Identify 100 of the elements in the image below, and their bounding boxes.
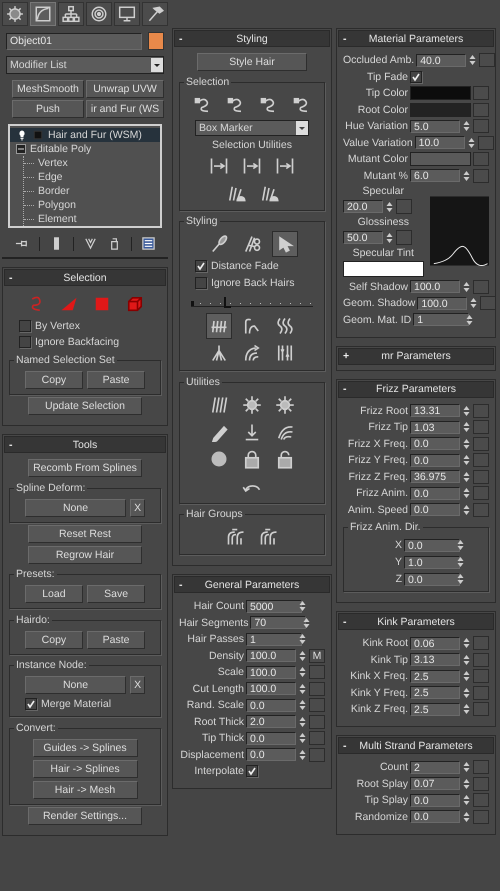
number-field[interactable]: 40.0 (416, 54, 466, 66)
rollout-header[interactable]: - Frizz Parameters (338, 380, 494, 398)
window-list-icon[interactable] (140, 236, 156, 251)
number-field[interactable]: 2.5 (410, 702, 460, 716)
spinner-arrows-icon[interactable] (462, 810, 471, 824)
spinner-arrows-icon[interactable] (298, 665, 307, 679)
number-field[interactable]: 2.5 (410, 686, 460, 699)
toggle-sign[interactable]: - (9, 438, 19, 450)
stack-item[interactable]: Hair and Fur (WSM) (10, 128, 160, 142)
number-field[interactable]: 2.5 (410, 670, 460, 682)
stack-item[interactable]: Editable Poly (10, 142, 160, 156)
number-field[interactable]: 100.0 (410, 280, 460, 293)
button[interactable]: Copy (24, 630, 83, 648)
spinner-arrows-icon[interactable] (462, 652, 471, 666)
stack-item[interactable]: Element (24, 212, 160, 226)
rollout-header[interactable]: - Tools (4, 436, 166, 453)
number-field[interactable]: 13.31 (410, 404, 460, 417)
spinner-arrows-icon[interactable] (462, 669, 471, 683)
spinner-arrows-icon[interactable] (462, 636, 471, 650)
spinner-arrows-icon[interactable] (462, 502, 471, 516)
spinner-arrows-icon[interactable] (298, 698, 307, 712)
spinner-arrows-icon[interactable] (462, 168, 471, 182)
button[interactable]: Hair -> Mesh (32, 780, 138, 798)
modifier-button[interactable]: Unwrap UVW (86, 80, 164, 98)
rollout-header[interactable]: - Styling (174, 30, 330, 47)
toggle-sign[interactable]: - (343, 383, 353, 395)
spinner-arrows-icon[interactable] (298, 731, 307, 745)
map-button[interactable]: M (309, 648, 325, 662)
button[interactable]: Guides -> Splines (32, 738, 138, 756)
spinner-arrows-icon[interactable] (462, 776, 471, 790)
spinner-arrows-icon[interactable] (298, 632, 307, 646)
comb-icon[interactable] (207, 314, 231, 338)
color-swatch[interactable] (410, 86, 471, 100)
spinner-arrows-icon[interactable] (462, 686, 471, 700)
toggle-sign[interactable]: - (9, 272, 19, 284)
panel-tab[interactable] (30, 2, 56, 26)
number-field[interactable]: 0.0 (404, 572, 460, 586)
panel-tab[interactable] (142, 2, 168, 26)
object-color-swatch[interactable] (148, 32, 164, 50)
spinner-arrows-icon[interactable] (298, 648, 307, 662)
checkbox[interactable] (410, 70, 422, 82)
toggle-sign[interactable]: + (343, 350, 353, 362)
number-field[interactable]: 100.0 (246, 649, 296, 662)
number-field[interactable]: 100.0 (246, 666, 296, 678)
checkbox[interactable] (195, 260, 207, 272)
number-field[interactable]: 0.0 (410, 437, 460, 450)
dropdown[interactable]: Box Marker (195, 120, 309, 136)
button[interactable]: Save (87, 585, 146, 603)
checkbox[interactable] (19, 320, 31, 332)
modifier-button[interactable]: MeshSmooth (12, 80, 84, 98)
panel-tab[interactable] (58, 2, 84, 26)
pointer-icon[interactable] (273, 232, 297, 256)
spinner-arrows-icon[interactable] (385, 200, 394, 214)
button[interactable]: Style Hair (197, 53, 307, 71)
number-field[interactable]: 0.06 (410, 636, 460, 650)
number-field[interactable]: 1 (246, 632, 302, 646)
color-swatch[interactable] (343, 261, 424, 277)
spinner-arrows-icon[interactable] (462, 453, 471, 467)
rollout-header[interactable]: - Selection (4, 269, 166, 286)
number-field[interactable]: 100.0 (246, 682, 296, 695)
number-field[interactable]: 1.0 (404, 556, 460, 568)
spinner-arrows-icon[interactable] (462, 420, 471, 434)
spinner-arrows-icon[interactable] (462, 793, 471, 807)
button[interactable]: Load (24, 585, 83, 603)
spinner-arrows-icon[interactable] (468, 53, 478, 67)
slider-thumb[interactable] (224, 297, 231, 308)
spinner-arrows-icon[interactable] (462, 702, 471, 716)
button[interactable]: None (24, 498, 126, 516)
toggle-sign[interactable]: - (343, 616, 353, 628)
spinner-arrows-icon[interactable] (466, 136, 476, 150)
number-field[interactable]: 36.975 (410, 470, 460, 483)
rollout-header[interactable]: - Kink Parameters (338, 613, 494, 630)
button[interactable]: Reset Rest (28, 525, 142, 543)
rollout-header[interactable]: - Multi Strand Parameters (338, 737, 494, 754)
button[interactable]: None (24, 676, 126, 694)
spinner-arrows-icon[interactable] (462, 760, 471, 774)
stack-item[interactable]: Edge (24, 170, 160, 184)
number-field[interactable]: 0.0 (246, 748, 296, 761)
checkbox[interactable] (19, 336, 31, 348)
spinner-arrows-icon[interactable] (302, 616, 312, 630)
button[interactable]: Regrow Hair (28, 546, 142, 564)
toggle-sign[interactable]: - (179, 578, 189, 590)
number-field[interactable]: 2 (410, 760, 460, 774)
toggle-sign[interactable]: - (343, 32, 353, 44)
number-field[interactable]: 5.0 (410, 120, 460, 132)
spinner-arrows-icon[interactable] (298, 714, 307, 728)
number-field[interactable]: 0.0 (410, 503, 460, 516)
color-swatch[interactable] (410, 152, 471, 166)
spinner-arrows-icon[interactable] (298, 748, 307, 762)
checkbox[interactable] (195, 277, 207, 289)
rollout-header[interactable]: - Material Parameters (338, 30, 494, 47)
number-field[interactable]: 0.07 (410, 777, 460, 790)
number-field[interactable]: 0.0 (410, 454, 460, 466)
fork-icon[interactable] (82, 236, 98, 251)
rollout-header[interactable]: - General Parameters (174, 576, 330, 593)
color-swatch[interactable] (410, 102, 471, 116)
button[interactable]: Recomb From Splines (28, 459, 142, 477)
spinner-arrows-icon[interactable] (462, 119, 471, 133)
number-field[interactable]: 1 (413, 313, 470, 326)
toggle-sign[interactable]: - (343, 740, 353, 752)
